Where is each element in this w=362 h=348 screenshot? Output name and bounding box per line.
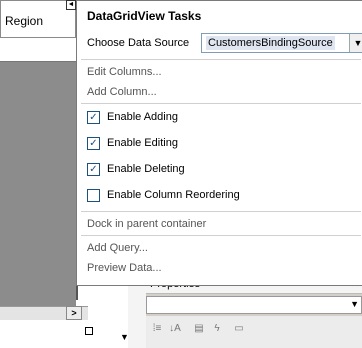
alphabetical-icon[interactable]: ↓A	[168, 322, 182, 336]
grid-horizontal-scrollbar[interactable]: >	[0, 306, 88, 320]
preview-data-link[interactable]: Preview Data...	[87, 259, 162, 277]
events-icon[interactable]: ϟ	[210, 322, 224, 336]
add-query-link[interactable]: Add Query...	[87, 239, 148, 257]
enable-editing-checkbox[interactable]: ✓	[87, 137, 100, 150]
enable-editing-label[interactable]: Enable Editing	[107, 134, 178, 152]
edit-columns-link[interactable]: Edit Columns...	[87, 63, 162, 81]
smart-tag-icon[interactable]: ◄	[66, 0, 76, 10]
grid-column-header[interactable]: Region	[0, 0, 76, 38]
add-column-link[interactable]: Add Column...	[87, 83, 157, 101]
divider	[81, 103, 361, 104]
divider	[81, 235, 361, 236]
region-column-label: Region	[5, 14, 44, 28]
enable-deleting-checkbox[interactable]: ✓	[87, 163, 100, 176]
data-source-value: CustomersBindingSource	[206, 36, 335, 50]
enable-column-reordering-checkbox[interactable]	[87, 189, 100, 202]
properties-icon[interactable]: ▤	[192, 322, 206, 336]
grid-body	[0, 38, 76, 308]
choose-data-source-label: Choose Data Source	[87, 37, 190, 49]
categorized-icon[interactable]: ⁞≡	[150, 322, 164, 336]
scroll-right-button[interactable]: >	[66, 306, 82, 320]
grid-new-row[interactable]	[0, 38, 76, 62]
dock-in-parent-link[interactable]: Dock in parent container	[87, 215, 206, 233]
data-source-select[interactable]: CustomersBindingSource ▼	[201, 33, 362, 53]
divider	[81, 211, 361, 212]
enable-adding-checkbox[interactable]: ✓	[87, 111, 100, 124]
enable-deleting-label[interactable]: Enable Deleting	[107, 160, 185, 178]
object-selector[interactable]: ▼	[146, 296, 362, 314]
enable-adding-label[interactable]: Enable Adding	[107, 108, 178, 126]
resize-handle[interactable]	[85, 327, 93, 335]
panel-title: DataGridView Tasks	[87, 9, 202, 23]
enable-column-reordering-label[interactable]: Enable Column Reordering	[107, 186, 240, 204]
chevron-down-icon[interactable]: ▼	[350, 299, 359, 309]
chevron-down-icon[interactable]: ▼	[349, 34, 362, 52]
datagridview-tasks-panel: DataGridView Tasks Choose Data Source Cu…	[76, 0, 362, 286]
properties-toolbar: ⁞≡ ↓A ▤ ϟ ▭	[146, 316, 362, 348]
divider	[81, 59, 361, 60]
property-pages-icon[interactable]: ▭	[232, 322, 246, 336]
dropdown-arrow-icon[interactable]: ▼	[120, 332, 129, 342]
properties-window: Properties ▾ ╨ ✕ ▼ ⁞≡ ↓A ▤ ϟ ▭	[146, 276, 362, 348]
